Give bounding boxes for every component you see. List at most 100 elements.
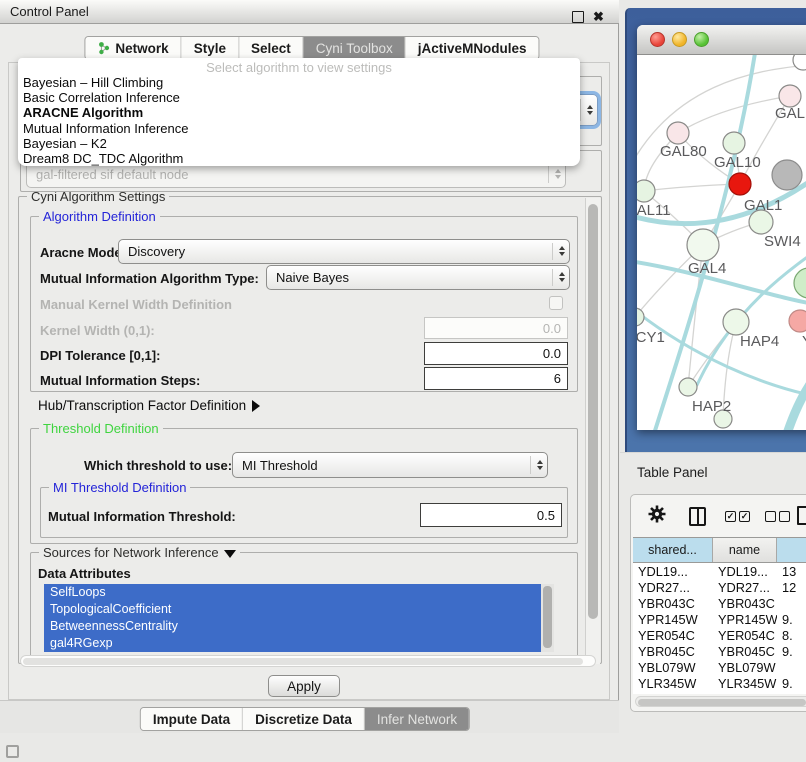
network-window: GALGAL80GAL10GAL1GAL11SWI4GAL4GCY1HAP4YH… [637,25,806,430]
node-table[interactable]: shared...name YDL19...YDL19...13YDR27...… [633,537,806,694]
network-node-label: Y [802,333,806,350]
hub-definition-expander[interactable]: Hub/Transcription Factor Definition [38,398,260,413]
settings-hscrollbar-thumb[interactable] [23,658,583,665]
mi-threshold-label: Mutual Information Threshold: [48,509,236,524]
table-row[interactable]: YER054CYER054C8. [633,627,806,643]
network-node-hap2[interactable] [679,378,697,396]
data-attributes-list[interactable]: SelfLoopsTopologicalCoefficientBetweenne… [44,584,554,652]
table-cell: YER054C [713,628,777,643]
algorithm-option[interactable]: Dream8 DC_TDC Algorithm [18,151,580,166]
sources-title[interactable]: Sources for Network Inference [39,545,240,560]
network-node-y[interactable] [789,310,806,332]
close-icon[interactable]: ✖ [593,12,604,22]
table-column-header[interactable] [777,538,806,562]
network-node-gal[interactable] [779,85,801,107]
kernel-width-value: 0.0 [543,321,561,336]
table-row[interactable]: YPR145WYPR145W9. [633,611,806,627]
algorithm-option[interactable]: Bayesian – K2 [18,136,580,151]
network-node-gal1[interactable] [729,173,751,195]
bottom-tab-impute-data[interactable]: Impute Data [141,708,243,730]
which-threshold-combo[interactable]: MI Threshold [232,452,548,478]
table-cell: YDR27... [633,580,713,595]
table-row[interactable]: YDR27...YDR27...12 [633,579,806,595]
table-cell: 12 [777,580,806,595]
network-node[interactable] [794,268,806,298]
network-node-gal4[interactable] [687,229,719,261]
network-node-hap4[interactable] [723,309,749,335]
algorithm-option[interactable]: Bayesian – Hill Climbing [18,75,580,90]
tab-network[interactable]: Network [85,37,181,59]
network-node-gcy1[interactable] [637,308,644,326]
list-scrollbar[interactable] [541,584,554,652]
tab-style[interactable]: Style [182,37,239,59]
network-node[interactable] [793,55,806,70]
mi-threshold-input[interactable]: 0.5 [420,503,562,527]
bottom-tab-infer-network[interactable]: Infer Network [365,708,469,730]
deselect-all-columns-icon[interactable] [765,511,790,522]
export-table-icon[interactable] [797,506,806,525]
which-threshold-value: MI Threshold [242,458,318,473]
algorithm-dropdown[interactable]: Select algorithm to view settings Bayesi… [18,58,580,166]
control-panel-tabbar: NetworkStyleSelectCyni ToolboxjActiveMNo… [84,36,539,60]
tab-cyni-toolbox[interactable]: Cyni Toolbox [304,37,406,59]
network-node-label: HAP4 [740,333,779,350]
settings-hscrollbar[interactable] [20,655,596,667]
data-attribute-item[interactable]: SelfLoops [44,584,554,601]
algorithm-options-list: Bayesian – Hill ClimbingBasic Correlatio… [18,75,580,166]
mi-type-combo[interactable]: Naive Bayes [266,265,570,290]
table-row[interactable]: YDL19...YDL19...13 [633,563,806,579]
kernel-width-input[interactable]: 0.0 [424,317,568,339]
table-cell: YBR045C [713,644,777,659]
table-hscrollbar-thumb[interactable] [638,699,806,706]
data-attribute-item[interactable]: gal4RGexp [44,635,554,652]
aracne-mode-combo[interactable]: Discovery [118,239,570,264]
mi-steps-input[interactable]: 6 [424,367,568,390]
data-attribute-item[interactable]: BetweennessCentrality [44,618,554,635]
minimized-panel-icon[interactable] [6,745,19,758]
tab-select[interactable]: Select [239,37,304,59]
table-column-header[interactable]: shared... [633,538,713,562]
algorithm-option[interactable]: ARACNE Algorithm [18,105,580,120]
close-traffic-icon[interactable] [650,32,665,47]
network-canvas[interactable]: GALGAL80GAL10GAL1GAL11SWI4GAL4GCY1HAP4YH… [637,55,806,430]
settings-scrollbar-thumb[interactable] [588,204,598,619]
table-toolbar: ✓✓ [631,495,806,537]
table-panel: ✓✓ shared...name YDL19...YDL19...13YDR27… [630,494,806,712]
select-all-columns-icon[interactable]: ✓✓ [725,511,750,522]
algorithm-option[interactable]: Mutual Information Inference [18,121,580,136]
table-row[interactable]: YLR345WYLR345W9. [633,675,806,691]
combo-spinner-icon [530,456,543,473]
table-hscrollbar[interactable] [635,696,806,707]
table-row[interactable]: YBL079WYBL079W [633,659,806,675]
hub-definition-label: Hub/Transcription Factor Definition [38,398,246,413]
columns-icon[interactable] [689,507,706,526]
tab-jactivemnodules[interactable]: jActiveMNodules [406,37,539,59]
network-node-gal10[interactable] [723,132,745,154]
table-cell: YDL19... [633,564,713,579]
table-row[interactable]: YIL052CYIL052C9 [633,691,806,694]
dpi-tolerance-value: 0.0 [543,346,561,361]
network-node-label: GCY1 [637,329,665,346]
table-row[interactable]: YBR045CYBR045C9. [633,643,806,659]
network-node-gal11[interactable] [637,180,655,202]
table-cell: YLR345W [633,676,713,691]
dpi-tolerance-input[interactable]: 0.0 [424,342,568,365]
gear-icon[interactable] [647,504,667,529]
bottom-tab-discretize-data[interactable]: Discretize Data [243,708,365,730]
settings-scrollbar[interactable] [585,198,600,664]
table-column-header[interactable]: name [713,538,777,562]
data-attribute-item[interactable]: TopologicalCoefficient [44,601,554,618]
algorithm-option[interactable]: Basic Correlation Inference [18,90,580,105]
combo-spinner-icon [580,99,593,121]
network-node-gal80[interactable] [667,122,689,144]
minimize-traffic-icon[interactable] [672,32,687,47]
manual-kernel-checkbox[interactable] [549,296,563,310]
apply-button[interactable]: Apply [268,675,340,697]
table-cell: YDL19... [713,564,777,579]
data-source-value: gal-filtered sif default node [36,167,188,182]
table-row[interactable]: YBR043CYBR043C [633,595,806,611]
zoom-traffic-icon[interactable] [694,32,709,47]
network-node[interactable] [772,160,802,190]
list-scrollbar-thumb[interactable] [543,586,552,648]
float-window-icon[interactable] [572,11,584,23]
